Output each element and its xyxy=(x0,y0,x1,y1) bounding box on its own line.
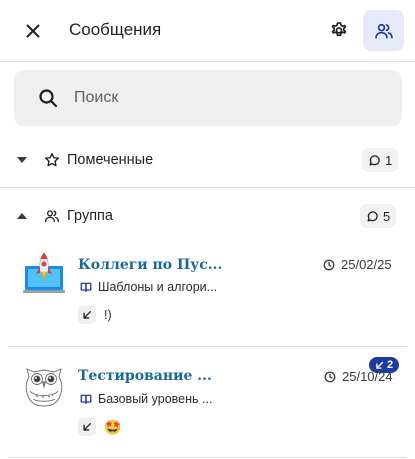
chat-date-value: 25/10/24 xyxy=(342,369,393,384)
chat-title: Коллеги по Пус... xyxy=(78,257,223,273)
chat-last-message: 🤩 xyxy=(78,418,121,436)
book-icon xyxy=(80,394,92,404)
chat-title: Тестирование ... xyxy=(78,368,212,384)
clock-icon xyxy=(323,259,335,270)
chat-last-message-text: 🤩 xyxy=(104,419,122,435)
chat-divider xyxy=(8,457,407,458)
chat-date: 25/02/25 xyxy=(323,257,392,272)
chat-course: Базовый уровень ... xyxy=(80,392,212,406)
chat-item[interactable]: Коллеги по Пус... 25/02/25 Шаблоны и алг… xyxy=(0,240,415,348)
section-starred-count-value: 1 xyxy=(385,152,393,168)
chat-item[interactable]: Тестирование ... 2 25/10/24 Базовый уров… xyxy=(0,347,415,455)
header: Сообщения xyxy=(0,0,415,62)
search-box[interactable] xyxy=(14,70,402,126)
section-group-label: Группа xyxy=(67,208,113,224)
chat-bubble-icon xyxy=(369,154,380,165)
section-divider xyxy=(0,187,415,188)
rocket-avatar xyxy=(23,252,65,293)
header-divider xyxy=(0,61,415,62)
chat-last-message: !) xyxy=(78,306,112,324)
clock-icon xyxy=(324,371,336,382)
owl-avatar xyxy=(25,368,63,407)
caret-down-icon xyxy=(17,157,27,163)
star-icon xyxy=(45,153,59,167)
page-title: Сообщения xyxy=(69,20,162,39)
contacts-button[interactable] xyxy=(363,10,404,51)
book-icon xyxy=(80,282,92,292)
chat-date-value: 25/02/25 xyxy=(341,257,392,272)
section-group[interactable]: Группа 5 xyxy=(0,196,415,236)
section-starred[interactable]: Помеченные 1 xyxy=(0,140,415,180)
people-icon xyxy=(374,23,393,39)
section-starred-label: Помеченные xyxy=(67,152,154,168)
chat-course-name: Базовый уровень ... xyxy=(98,392,213,406)
arrow-down-left-icon xyxy=(83,311,91,319)
caret-up-icon xyxy=(17,213,27,219)
search-icon xyxy=(39,89,58,108)
reply-chip xyxy=(78,418,96,436)
reply-chip xyxy=(78,306,96,324)
gear-icon xyxy=(331,22,347,37)
section-group-count: 5 xyxy=(360,204,397,228)
chat-date: 25/10/24 xyxy=(324,369,393,384)
chat-last-message-text: !) xyxy=(104,308,112,322)
settings-button[interactable] xyxy=(325,17,353,45)
section-group-count-value: 5 xyxy=(383,208,391,224)
close-button[interactable] xyxy=(20,18,46,44)
chat-course-name: Шаблоны и алгори... xyxy=(98,280,218,294)
group-icon xyxy=(45,210,59,222)
arrow-down-left-icon xyxy=(83,423,91,431)
chat-course: Шаблоны и алгори... xyxy=(80,280,217,294)
chat-bubble-icon xyxy=(367,210,378,221)
search-input[interactable] xyxy=(74,86,374,110)
close-icon xyxy=(26,24,40,38)
section-starred-count: 1 xyxy=(362,148,399,172)
